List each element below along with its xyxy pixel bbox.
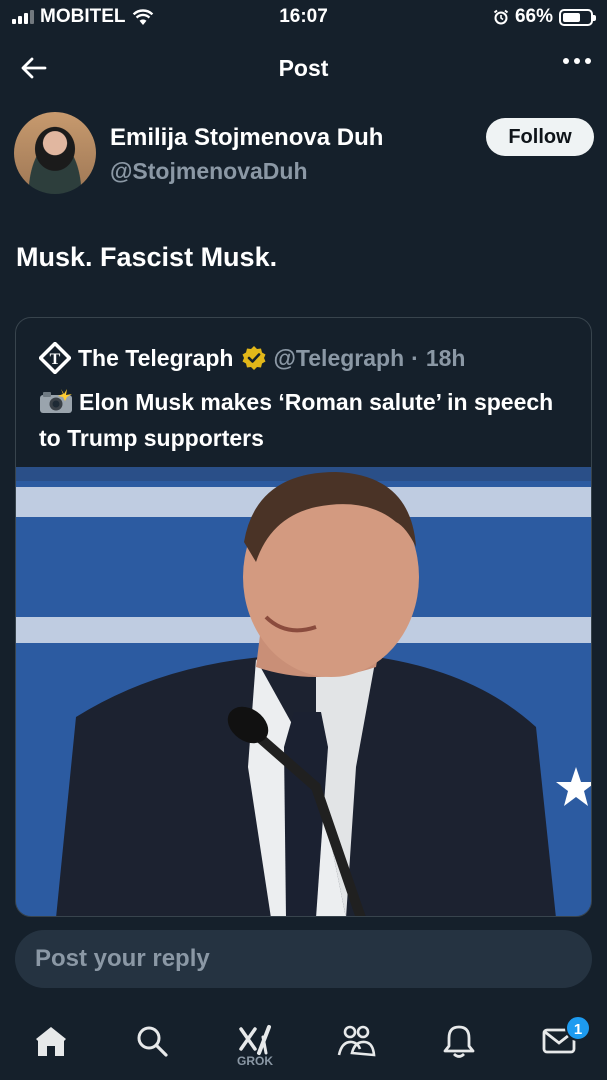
search-icon[interactable] — [129, 1018, 175, 1064]
quoted-post-time: 18h — [425, 344, 466, 371]
reply-input[interactable]: Post your reply — [15, 930, 592, 988]
video-frame — [16, 467, 591, 916]
bottom-tab-bar: GROK 1 — [0, 1004, 607, 1080]
battery-percent: 66% — [514, 6, 553, 27]
status-bar: MOBITEL 16:07 66% — [0, 0, 607, 34]
svg-text:T: T — [50, 351, 61, 368]
grok-label: GROK — [237, 1054, 273, 1068]
follow-button[interactable]: Follow — [486, 118, 594, 156]
messages-badge: 1 — [565, 1015, 591, 1041]
home-icon[interactable] — [28, 1018, 74, 1064]
battery-level — [563, 12, 581, 22]
more-options-icon[interactable] — [563, 58, 591, 64]
communities-icon[interactable] — [333, 1018, 379, 1064]
reply-placeholder: Post your reply — [35, 945, 210, 972]
quoted-author-name: The Telegraph — [78, 344, 234, 371]
notifications-icon[interactable] — [436, 1018, 482, 1064]
battery-icon — [559, 8, 596, 26]
quoted-post-text-wrap: Elon Musk makes ‘Roman salute’ in speech… — [39, 384, 569, 456]
status-right: 66% — [493, 6, 596, 28]
avatar[interactable] — [14, 112, 96, 194]
post-text: Musk. Fascist Musk. — [16, 242, 278, 272]
quoted-post-text: Elon Musk makes ‘Roman salute’ in speech… — [39, 389, 554, 451]
quoted-author-handle: @Telegraph — [273, 344, 405, 371]
quoted-post-header: T The Telegraph @Telegraph · 18h — [39, 342, 465, 374]
quoted-post-video[interactable] — [16, 467, 591, 916]
separator-dot: · — [411, 344, 419, 371]
page-title: Post — [278, 55, 329, 81]
header: Post — [0, 42, 607, 94]
author-name[interactable]: Emilija Stojmenova Duh — [110, 124, 383, 152]
telegraph-logo-icon[interactable]: T — [39, 342, 71, 374]
author-handle[interactable]: @StojmenovaDuh — [110, 158, 308, 185]
quoted-post[interactable]: T The Telegraph @Telegraph · 18h Elon Mu… — [15, 317, 592, 917]
post-author: Emilija Stojmenova Duh @StojmenovaDuh Fo… — [14, 112, 594, 198]
alarm-icon — [493, 9, 509, 25]
verified-badge-icon — [242, 346, 265, 370]
camera-flash-icon — [40, 389, 72, 413]
